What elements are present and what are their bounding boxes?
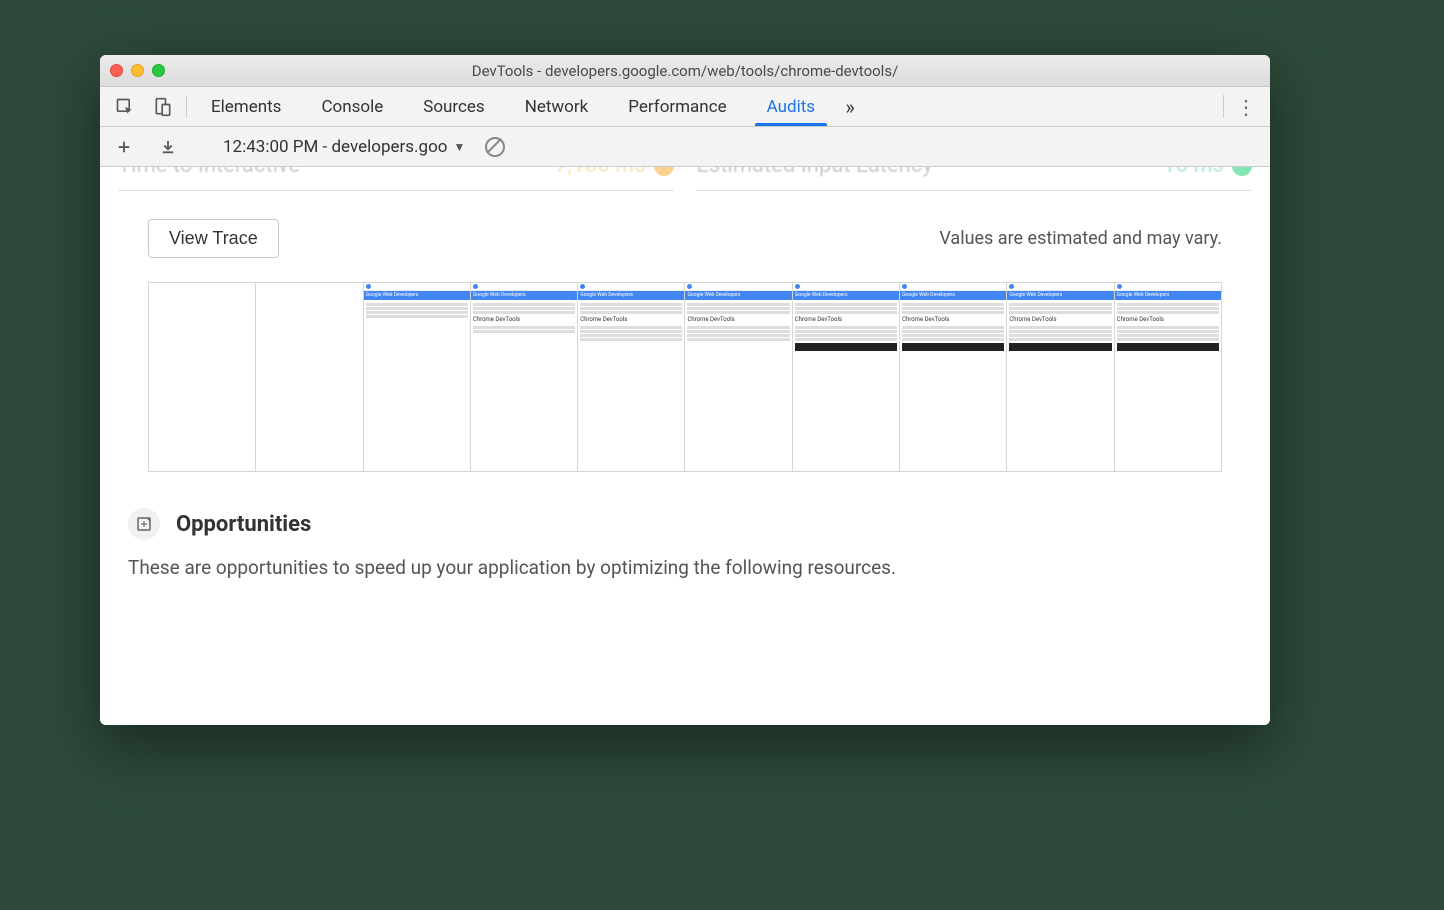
metric-label: Time to Interactive — [118, 167, 300, 178]
tab-performance[interactable]: Performance — [608, 87, 746, 126]
close-icon[interactable] — [110, 64, 123, 77]
tab-overflow-icon[interactable]: » — [835, 87, 865, 126]
inspect-icon[interactable] — [106, 87, 144, 126]
metric-value: 16 ms — [1163, 167, 1252, 178]
divider — [186, 95, 187, 118]
metrics-row: Time to Interactive 7,180 ms Estimated I… — [118, 167, 1252, 201]
filmstrip-frame: Google Web Developers Chrome DevTools — [470, 283, 577, 471]
filmstrip-frame: Google Web Developers Chrome DevTools — [577, 283, 684, 471]
metric-label: Estimated Input Latency — [696, 167, 932, 178]
audits-content: Time to Interactive 7,180 ms Estimated I… — [100, 167, 1270, 725]
device-toggle-icon[interactable] — [144, 87, 182, 126]
clear-icon[interactable] — [481, 133, 509, 161]
divider — [1223, 95, 1224, 118]
metric-value: 7,180 ms — [555, 167, 674, 178]
trace-row: View Trace Values are estimated and may … — [118, 201, 1252, 282]
filmstrip-frame: Google Web Developers — [363, 283, 470, 471]
audits-toolbar: 12:43:00 PM - developers.goo ▼ — [100, 127, 1270, 167]
download-icon[interactable] — [154, 133, 182, 161]
audit-selector-label: 12:43:00 PM - developers.goo — [223, 137, 447, 157]
opportunities-title: Opportunities — [176, 512, 311, 537]
status-dot-icon — [1232, 167, 1252, 176]
metric-tti: Time to Interactive 7,180 ms — [118, 167, 674, 191]
tabs-bar: Elements Console Sources Network Perform… — [100, 87, 1270, 127]
filmstrip-frame: Google Web Developers Chrome DevTools — [1006, 283, 1113, 471]
tab-list: Elements Console Sources Network Perform… — [191, 87, 835, 126]
devtools-window: DevTools - developers.google.com/web/too… — [100, 55, 1270, 725]
opportunities-description: These are opportunities to speed up your… — [128, 554, 1242, 583]
opportunities-header: Opportunities — [128, 508, 1242, 540]
filmstrip-frame: Google Web Developers Chrome DevTools — [1114, 283, 1221, 471]
more-icon[interactable]: ⋮ — [1228, 87, 1264, 126]
tab-network[interactable]: Network — [505, 87, 609, 126]
chevron-down-icon: ▼ — [453, 140, 465, 154]
audit-selector[interactable]: 12:43:00 PM - developers.goo ▼ — [223, 137, 465, 157]
minimize-icon[interactable] — [131, 64, 144, 77]
titlebar: DevTools - developers.google.com/web/too… — [100, 55, 1270, 87]
filmstrip-frame — [255, 283, 362, 471]
filmstrip: Google Web Developers Google Web Develop… — [148, 282, 1222, 472]
tab-sources[interactable]: Sources — [403, 87, 504, 126]
view-trace-button[interactable]: View Trace — [148, 219, 279, 258]
estimate-note: Values are estimated and may vary. — [939, 228, 1222, 249]
filmstrip-frame: Google Web Developers Chrome DevTools — [684, 283, 791, 471]
metric-latency: Estimated Input Latency 16 ms — [696, 167, 1252, 191]
window-title: DevTools - developers.google.com/web/too… — [100, 62, 1270, 80]
opportunities-icon — [128, 508, 160, 540]
status-dot-icon — [654, 167, 674, 176]
tab-elements[interactable]: Elements — [191, 87, 301, 126]
filmstrip-frame: Google Web Developers Chrome DevTools — [792, 283, 899, 471]
tab-console[interactable]: Console — [301, 87, 403, 126]
tab-audits[interactable]: Audits — [747, 87, 835, 126]
traffic-lights — [110, 64, 165, 77]
opportunities-section: Opportunities These are opportunities to… — [118, 508, 1252, 583]
new-audit-icon[interactable] — [110, 133, 138, 161]
filmstrip-frame: Google Web Developers Chrome DevTools — [899, 283, 1006, 471]
filmstrip-frame — [149, 283, 255, 471]
zoom-icon[interactable] — [152, 64, 165, 77]
